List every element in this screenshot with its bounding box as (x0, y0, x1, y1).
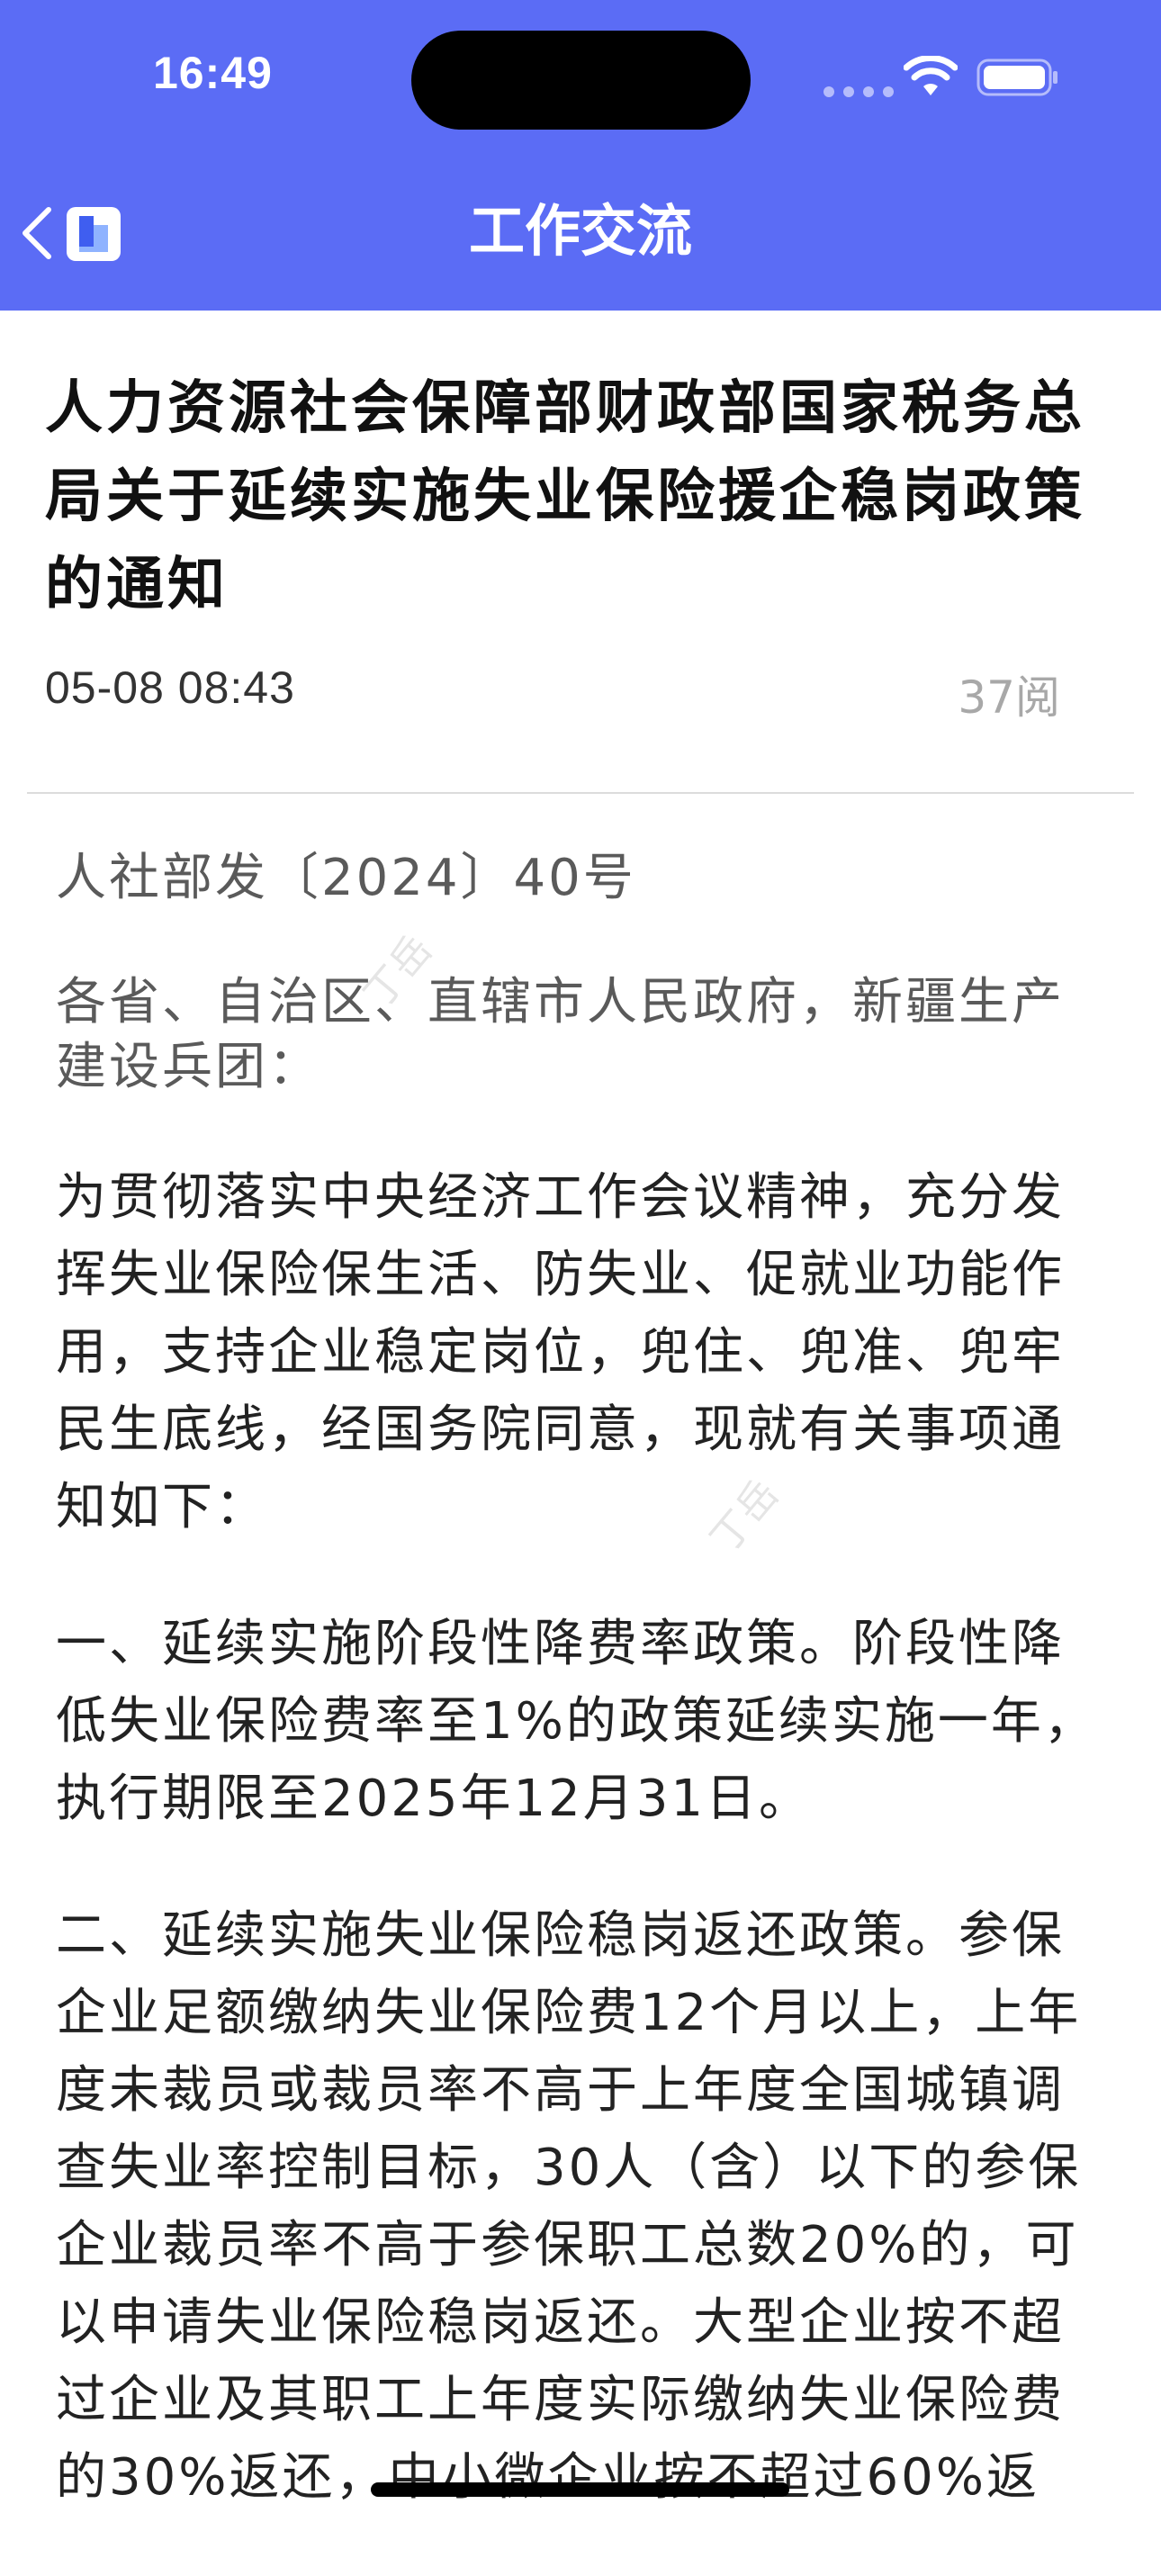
article-title: 人力资源社会保障部财政部国家税务总局关于延续实施失业保险援企稳岗政策的通知 (45, 375, 1085, 618)
dynamic-island (411, 31, 751, 130)
status-time: 16:49 (153, 48, 273, 98)
body-paragraph: 一、延续实施阶段性降费率政策。阶段性降低失业保险费率至1%的政策延续实施一年，执… (56, 1615, 1097, 1828)
article-date: 05-08 08:43 (45, 662, 295, 713)
read-count: 37阅 (958, 671, 1060, 724)
cellular-signal-icon (824, 86, 894, 97)
home-indicator[interactable] (371, 2482, 789, 2497)
page-title: 工作交流 (468, 198, 692, 264)
battery-icon (976, 59, 1058, 96)
body-paragraph: 二、延续实施失业保险稳岗返还政策。参保企业足额缴纳失业保险费12个月以上，上年度… (56, 1906, 1082, 2507)
divider (27, 792, 1134, 794)
addressee: 各省、自治区、直辖市人民政府，新疆生产建设兵团： (56, 973, 1065, 1096)
nav-header: 16:49 工作交流 (0, 0, 1161, 311)
article-body: 人社部发〔2024〕40号 各省、自治区、直辖市人民政府，新疆生产建设兵团： 为… (56, 846, 1113, 2576)
body-paragraph: 为贯彻落实中央经济工作会议精神，充分发挥失业保险保生活、防失业、促就业功能作用，… (56, 1168, 1065, 1536)
doc-number: 人社部发〔2024〕40号 (56, 849, 636, 907)
wifi-icon (904, 56, 958, 95)
